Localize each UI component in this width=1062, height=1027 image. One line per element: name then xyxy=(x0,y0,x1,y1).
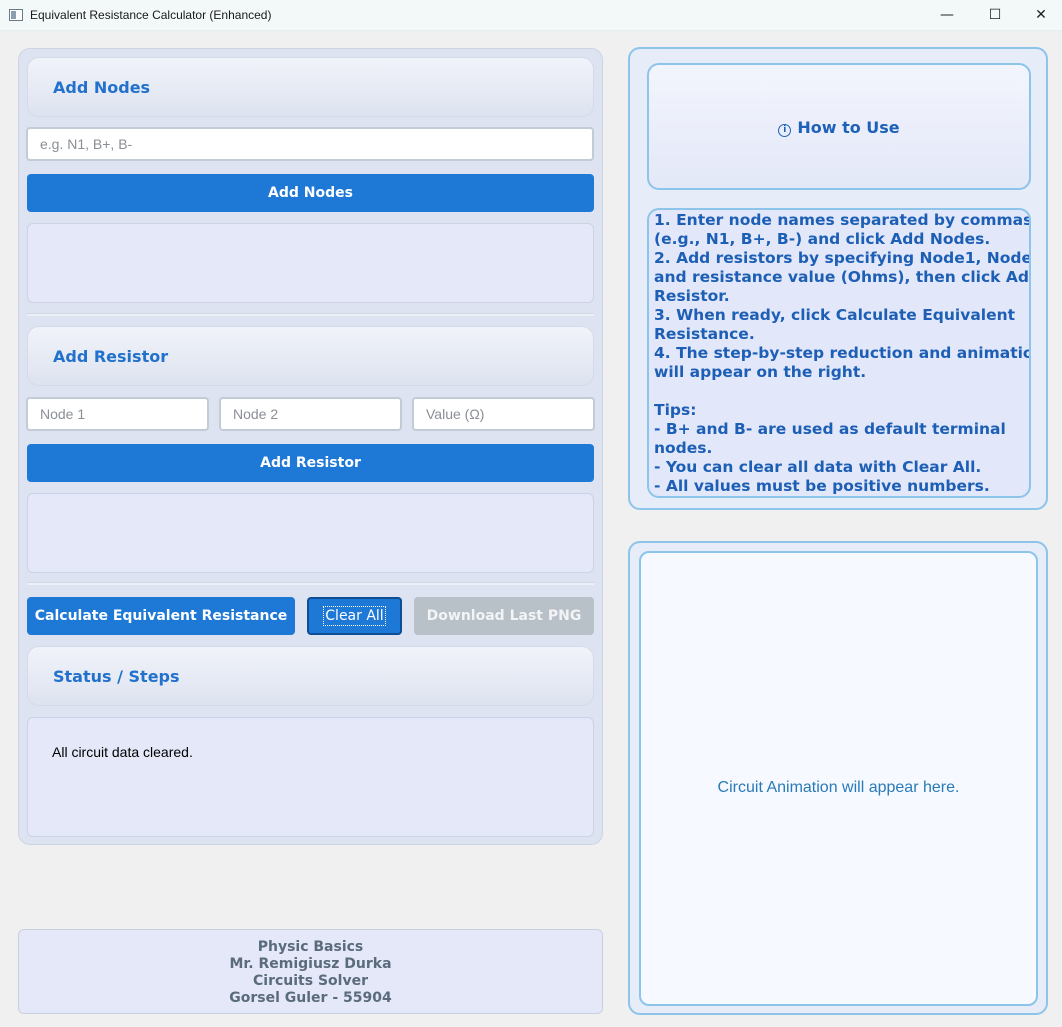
how-to-header: i How to Use xyxy=(647,63,1031,190)
info-icon: i xyxy=(778,124,792,137)
circuit-animation-area: Circuit Animation will appear here. xyxy=(639,551,1038,1006)
how-to-title: How to Use xyxy=(797,118,900,137)
resistors-list[interactable] xyxy=(27,493,594,573)
instruction-line: - B+ and B- are used as default terminal xyxy=(654,420,1006,438)
resistance-value-input[interactable] xyxy=(412,397,595,431)
add-nodes-button[interactable]: Add Nodes xyxy=(27,174,594,212)
download-png-button[interactable]: Download Last PNG xyxy=(414,597,594,635)
status-message: All circuit data cleared. xyxy=(52,744,193,760)
calculate-button[interactable]: Calculate Equivalent Resistance xyxy=(27,597,295,635)
instruction-line xyxy=(654,382,1024,401)
add-nodes-header-label: Add Nodes xyxy=(53,78,151,97)
minimize-button[interactable]: — xyxy=(924,0,970,31)
credits-line: Circuits Solver xyxy=(253,973,368,989)
credits-line: Gorsel Guler - 55904 xyxy=(229,990,392,1006)
separator xyxy=(27,582,594,585)
app-icon xyxy=(9,9,23,21)
instruction-line: 1. Enter node names separated by commas xyxy=(654,211,1031,229)
instruction-line: 4. The step-by-step reduction and animat… xyxy=(654,344,1031,362)
instruction-line: - You can clear all data with Clear All. xyxy=(654,458,982,476)
credits-line: Mr. Remigiusz Durka xyxy=(229,956,392,972)
add-resistor-header-label: Add Resistor xyxy=(53,347,169,366)
instruction-line: nodes. xyxy=(654,439,713,457)
instruction-line: and resistance value (Ohms), then click … xyxy=(654,268,1031,286)
maximize-button[interactable]: ☐ xyxy=(972,0,1018,31)
instruction-line: Tips: xyxy=(654,401,697,419)
title-bar: Equivalent Resistance Calculator (Enhanc… xyxy=(0,0,1062,31)
credits-box: Physic Basics Mr. Remigiusz Durka Circui… xyxy=(18,929,603,1014)
how-to-instructions: 1. Enter node names separated by commas … xyxy=(647,208,1031,498)
nodes-list[interactable] xyxy=(27,223,594,303)
add-resistor-button[interactable]: Add Resistor xyxy=(27,444,594,482)
nodes-input[interactable] xyxy=(26,127,594,161)
add-nodes-header: Add Nodes xyxy=(27,57,594,117)
close-button[interactable]: ✕ xyxy=(1018,0,1062,31)
instruction-line: will appear on the right. xyxy=(654,363,867,381)
instruction-line: Resistance. xyxy=(654,325,755,343)
instruction-line: Resistor. xyxy=(654,287,730,305)
node2-input[interactable] xyxy=(219,397,402,431)
instruction-line: 2. Add resistors by specifying Node1, No… xyxy=(654,249,1031,267)
add-resistor-header: Add Resistor xyxy=(27,326,594,386)
instruction-line: (e.g., N1, B+, B-) and click Add Nodes. xyxy=(654,230,991,248)
status-header: Status / Steps xyxy=(27,646,594,706)
status-header-label: Status / Steps xyxy=(53,667,180,686)
clear-all-label: Clear All xyxy=(323,606,386,626)
instruction-line: 3. When ready, click Calculate Equivalen… xyxy=(654,306,1016,324)
window-title: Equivalent Resistance Calculator (Enhanc… xyxy=(30,8,272,22)
credits-line: Physic Basics xyxy=(257,939,364,955)
how-to-panel: i How to Use 1. Enter node names separate… xyxy=(628,47,1048,510)
clear-all-button[interactable]: Clear All xyxy=(307,597,402,635)
instruction-line: - All values must be positive numbers. xyxy=(654,477,990,495)
animation-placeholder: Circuit Animation will appear here. xyxy=(717,779,960,796)
status-box: All circuit data cleared. xyxy=(27,717,594,837)
separator xyxy=(27,313,594,316)
animation-panel: Circuit Animation will appear here. xyxy=(628,541,1048,1015)
node1-input[interactable] xyxy=(26,397,209,431)
